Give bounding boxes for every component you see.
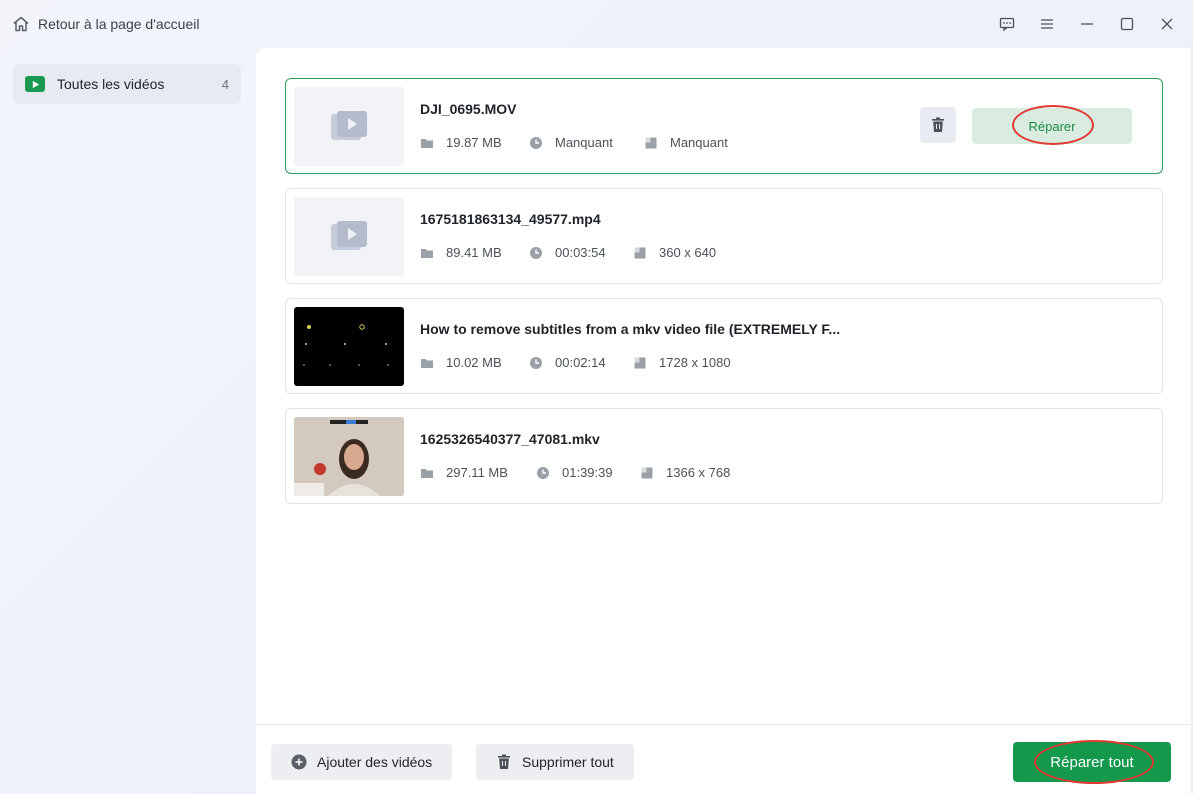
video-size: 297.11 MB (420, 465, 508, 480)
resolution-icon (645, 137, 657, 148)
video-name: 1675181863134_49577.mp4 (420, 211, 601, 227)
feedback-button[interactable] (995, 12, 1019, 36)
video-duration-value: Manquant (555, 135, 613, 150)
video-frame-image (303, 324, 389, 366)
delete-all-label: Supprimer tout (522, 754, 614, 770)
video-placeholder-icon (331, 220, 367, 250)
video-duration-value: 00:03:54 (555, 245, 606, 260)
clock-icon (537, 466, 549, 479)
home-link[interactable]: Retour à la page d'accueil (12, 14, 199, 34)
add-videos-label: Ajouter des vidéos (317, 754, 433, 770)
video-duration: 00:02:14 (529, 355, 606, 370)
delete-video-button[interactable] (920, 107, 956, 143)
video-name: DJI_0695.MOV (420, 101, 517, 117)
plus-circle-icon (291, 754, 307, 770)
video-duration: 01:39:39 (536, 465, 613, 480)
close-button[interactable] (1155, 12, 1179, 36)
video-card[interactable]: 1625326540377_47081.mkv 297.11 MB 01:39:… (285, 408, 1163, 504)
play-icon (25, 76, 45, 92)
folder-icon (421, 248, 433, 258)
video-size-value: 89.41 MB (446, 245, 502, 260)
video-resolution-value: 1366 x 768 (666, 465, 731, 480)
home-label: Retour à la page d'accueil (38, 16, 200, 32)
video-duration-value: 00:02:14 (555, 355, 606, 370)
video-resolution: 1366 x 768 (640, 465, 730, 480)
video-thumbnail (294, 307, 404, 386)
feedback-icon (999, 17, 1015, 32)
repair-button[interactable]: Réparer (972, 108, 1132, 144)
folder-icon (421, 358, 433, 368)
minimize-button[interactable] (1075, 12, 1099, 36)
repair-all-button[interactable]: Réparer tout (1013, 742, 1171, 782)
video-duration-value: 01:39:39 (562, 465, 613, 480)
video-thumbnail (294, 197, 404, 276)
sidebar-item-label: Toutes les vidéos (57, 76, 165, 92)
video-duration: Manquant (529, 135, 613, 150)
home-icon (13, 16, 29, 32)
menu-icon (1041, 19, 1053, 29)
clock-icon (530, 246, 542, 259)
trash-icon (498, 754, 510, 769)
sidebar-item-count: 4 (221, 76, 229, 92)
video-card[interactable]: 1675181863134_49577.mp4 89.41 MB 00:03:5… (285, 188, 1163, 284)
video-thumbnail (294, 87, 404, 166)
video-placeholder-icon (331, 110, 367, 140)
main-panel: DJI_0695.MOV 19.87 MB Manquant Manquant … (256, 48, 1191, 794)
sidebar: Toutes les vidéos 4 (0, 48, 256, 794)
video-list: DJI_0695.MOV 19.87 MB Manquant Manquant … (285, 78, 1163, 518)
video-resolution: 1728 x 1080 (633, 355, 731, 370)
video-resolution-value: 360 x 640 (659, 245, 717, 260)
menu-button[interactable] (1035, 12, 1059, 36)
sidebar-item-all-videos[interactable]: Toutes les vidéos 4 (13, 64, 241, 104)
video-size: 89.41 MB (420, 245, 502, 260)
folder-icon (421, 468, 433, 478)
resolution-icon (634, 357, 646, 368)
video-frame-image (294, 417, 404, 496)
footer-bar: Ajouter des vidéos Supprimer tout Répare… (256, 724, 1191, 794)
video-size: 19.87 MB (420, 135, 502, 150)
clock-icon (530, 356, 542, 369)
video-resolution-value: Manquant (670, 135, 728, 150)
folder-icon (421, 138, 433, 148)
video-name: 1625326540377_47081.mkv (420, 431, 600, 447)
clock-icon (530, 136, 542, 149)
video-resolution: Manquant (644, 135, 728, 150)
video-size-value: 297.11 MB (446, 465, 508, 480)
video-name: How to remove subtitles from a mkv video… (420, 321, 841, 337)
video-duration: 00:03:54 (529, 245, 606, 260)
maximize-button[interactable] (1115, 12, 1139, 36)
video-card[interactable]: DJI_0695.MOV 19.87 MB Manquant Manquant … (285, 78, 1163, 174)
video-resolution-value: 1728 x 1080 (659, 355, 731, 370)
video-thumbnail (294, 417, 404, 496)
minimize-icon (1081, 23, 1093, 25)
video-size-value: 19.87 MB (446, 135, 502, 150)
add-videos-button[interactable]: Ajouter des vidéos (271, 744, 453, 780)
resolution-icon (634, 247, 646, 258)
maximize-icon (1120, 17, 1134, 31)
trash-icon (932, 117, 944, 132)
video-resolution: 360 x 640 (633, 245, 716, 260)
video-size: 10.02 MB (420, 355, 502, 370)
title-bar: Retour à la page d'accueil (0, 0, 1193, 48)
close-icon (1161, 18, 1173, 30)
delete-all-button[interactable]: Supprimer tout (476, 744, 634, 780)
video-size-value: 10.02 MB (446, 355, 502, 370)
video-card[interactable]: How to remove subtitles from a mkv video… (285, 298, 1163, 394)
resolution-icon (641, 467, 653, 478)
